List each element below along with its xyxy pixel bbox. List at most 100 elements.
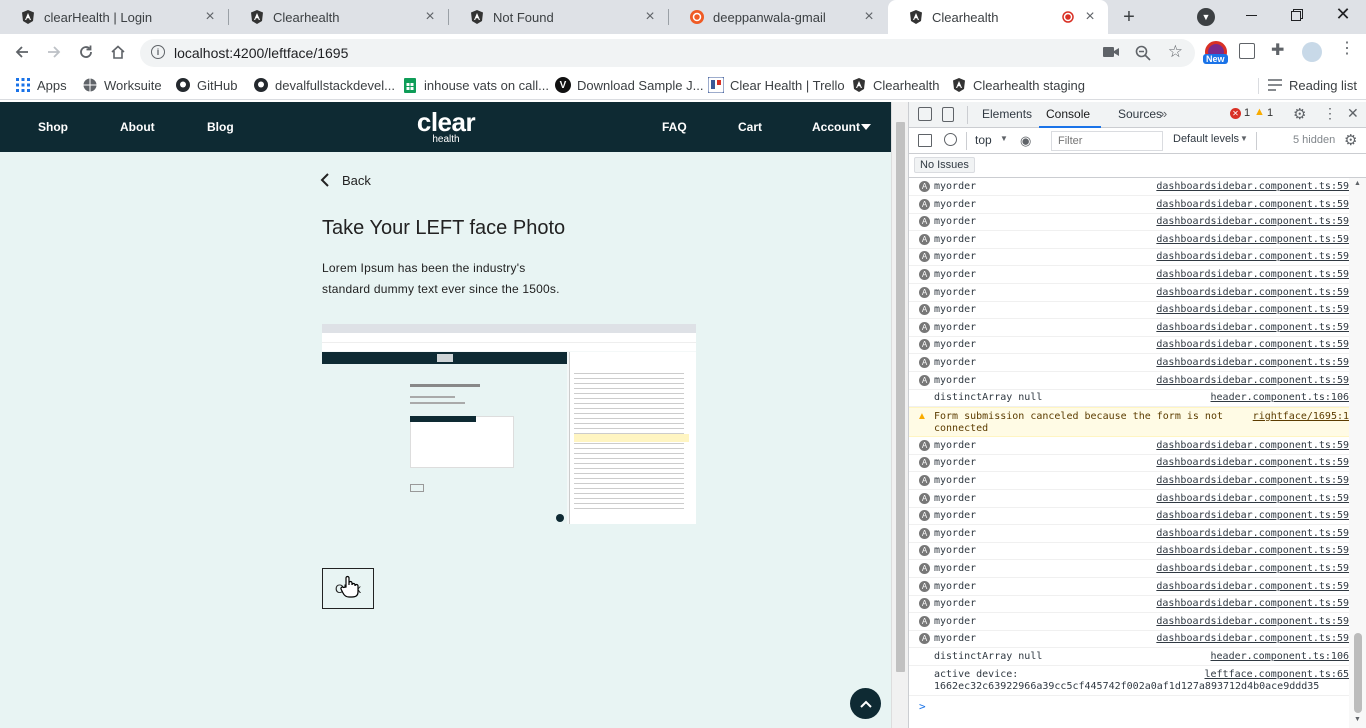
browser-tab[interactable]: Clearhealth ×: [229, 0, 448, 34]
console-source-link[interactable]: dashboardsidebar.component.ts:59: [1156, 357, 1349, 368]
console-prompt[interactable]: >: [919, 700, 1339, 716]
bookmark-star-icon[interactable]: ☆: [1168, 43, 1183, 61]
forward-arrow-icon[interactable]: [42, 40, 66, 64]
close-tab-icon[interactable]: ×: [422, 8, 438, 25]
browser-tab[interactable]: Not Found ×: [449, 0, 668, 34]
console-source-link[interactable]: dashboardsidebar.component.ts:59: [1156, 563, 1349, 574]
no-issues-button[interactable]: No Issues: [914, 157, 975, 173]
console-scrollbar[interactable]: ▲ ▼: [1349, 178, 1366, 728]
nav-about[interactable]: About: [120, 120, 155, 134]
bookmark-apps[interactable]: Apps: [15, 76, 67, 94]
chrome-menu-icon[interactable]: ⋮: [1339, 41, 1355, 57]
minimize-icon[interactable]: [1243, 7, 1259, 23]
scrollbar-thumb[interactable]: [896, 122, 905, 672]
camera-blocked-icon[interactable]: [1103, 46, 1119, 58]
bookmark-download-sample[interactable]: V Download Sample J...: [555, 76, 703, 94]
close-devtools-icon[interactable]: ✕: [1347, 105, 1359, 122]
console-source-link[interactable]: dashboardsidebar.component.ts:59: [1156, 475, 1349, 486]
console-source-link[interactable]: dashboardsidebar.component.ts:59: [1156, 251, 1349, 262]
console-source-link[interactable]: dashboardsidebar.component.ts:59: [1156, 545, 1349, 556]
close-tab-icon[interactable]: ×: [861, 8, 877, 25]
console-source-link[interactable]: dashboardsidebar.component.ts:59: [1156, 304, 1349, 315]
live-expression-eye-icon[interactable]: ◉: [1020, 133, 1031, 149]
context-caret-icon[interactable]: ▼: [1000, 134, 1008, 143]
nav-faq[interactable]: FAQ: [662, 120, 687, 134]
account-caret-icon[interactable]: [861, 124, 871, 130]
back-arrow-icon[interactable]: [10, 40, 34, 64]
profile-avatar[interactable]: [1302, 42, 1322, 62]
console-source-link[interactable]: dashboardsidebar.component.ts:59: [1156, 269, 1349, 280]
console-source-link[interactable]: dashboardsidebar.component.ts:59: [1156, 234, 1349, 245]
bookmark-github[interactable]: GitHub: [175, 76, 237, 94]
page-scrollbar[interactable]: [891, 102, 908, 728]
error-icon[interactable]: ✕: [1230, 108, 1241, 119]
bookmark-trello[interactable]: Clear Health | Trello: [708, 76, 845, 94]
tab-console[interactable]: Console: [1046, 107, 1090, 121]
console-source-link[interactable]: dashboardsidebar.component.ts:59: [1156, 633, 1349, 644]
console-source-link[interactable]: header.component.ts:106: [1211, 392, 1349, 403]
device-toolbar-icon[interactable]: [942, 107, 954, 122]
extension-square-icon[interactable]: [1239, 43, 1255, 59]
extensions-puzzle-icon[interactable]: ✚: [1271, 40, 1284, 60]
tab-sources[interactable]: Sources: [1118, 107, 1162, 121]
console-source-link[interactable]: dashboardsidebar.component.ts:59: [1156, 322, 1349, 333]
reload-icon[interactable]: [74, 40, 98, 64]
bookmark-inhouse-vats[interactable]: inhouse vats on call...: [402, 76, 549, 94]
address-bar[interactable]: i localhost:4200/leftface/1695 ☆: [140, 39, 1195, 67]
bookmark-clearhealth[interactable]: Clearhealth: [851, 76, 940, 94]
restore-icon[interactable]: [1289, 7, 1305, 23]
home-icon[interactable]: [106, 40, 130, 64]
console-source-link[interactable]: dashboardsidebar.component.ts:59: [1156, 440, 1349, 451]
bookmark-worksuite[interactable]: Worksuite: [82, 76, 162, 94]
close-tab-icon[interactable]: ×: [642, 8, 658, 25]
console-source-link[interactable]: dashboardsidebar.component.ts:59: [1156, 216, 1349, 227]
clear-console-icon[interactable]: [944, 133, 957, 146]
sidebar-toggle-icon[interactable]: [918, 134, 932, 147]
console-source-link[interactable]: rightface/1695:1: [1253, 411, 1349, 422]
warning-icon[interactable]: ▲: [1254, 106, 1265, 118]
scroll-up-arrow-icon[interactable]: ▲: [1354, 180, 1361, 187]
console-source-link[interactable]: dashboardsidebar.component.ts:59: [1156, 375, 1349, 386]
more-tabs-icon[interactable]: »: [1160, 106, 1167, 121]
settings-gear-icon[interactable]: ⚙: [1293, 105, 1306, 123]
console-source-link[interactable]: dashboardsidebar.component.ts:59: [1156, 199, 1349, 210]
tab-elements[interactable]: Elements: [982, 107, 1032, 121]
console-source-link[interactable]: dashboardsidebar.component.ts:59: [1156, 287, 1349, 298]
console-source-link[interactable]: dashboardsidebar.component.ts:59: [1156, 581, 1349, 592]
close-tab-icon[interactable]: ×: [1082, 8, 1098, 25]
context-select[interactable]: top: [975, 133, 992, 147]
log-levels-select[interactable]: Default levels: [1173, 133, 1239, 145]
console-source-link[interactable]: dashboardsidebar.component.ts:59: [1156, 181, 1349, 192]
console-source-link[interactable]: leftface.component.ts:65: [1205, 669, 1350, 680]
nav-account[interactable]: Account: [812, 120, 860, 134]
tab-search-icon[interactable]: ▼: [1197, 8, 1215, 26]
console-source-link[interactable]: dashboardsidebar.component.ts:59: [1156, 339, 1349, 350]
nav-blog[interactable]: Blog: [207, 120, 234, 134]
console-source-link[interactable]: dashboardsidebar.component.ts:59: [1156, 493, 1349, 504]
scroll-down-arrow-icon[interactable]: ▼: [1354, 716, 1361, 723]
reading-list-button[interactable]: Reading list: [1267, 76, 1357, 94]
scroll-to-top-button[interactable]: [850, 688, 881, 719]
console-source-link[interactable]: dashboardsidebar.component.ts:59: [1156, 457, 1349, 468]
bookmark-clearhealth-staging[interactable]: Clearhealth staging: [951, 76, 1085, 94]
back-link[interactable]: Back: [320, 172, 371, 188]
close-tab-icon[interactable]: ×: [202, 8, 218, 25]
devtools-menu-icon[interactable]: ⋮: [1323, 105, 1337, 122]
browser-tab-active[interactable]: Clearhealth ×: [888, 0, 1108, 34]
close-window-icon[interactable]: ✕: [1334, 4, 1352, 24]
site-logo[interactable]: clear health: [412, 109, 480, 146]
console-source-link[interactable]: dashboardsidebar.component.ts:59: [1156, 528, 1349, 539]
inspect-element-icon[interactable]: [918, 107, 932, 121]
levels-caret-icon[interactable]: ▼: [1240, 134, 1248, 143]
nav-shop[interactable]: Shop: [38, 120, 68, 134]
browser-tab[interactable]: deeppanwala-gmail ×: [669, 0, 887, 34]
console-source-link[interactable]: dashboardsidebar.component.ts:59: [1156, 616, 1349, 627]
info-icon[interactable]: i: [151, 45, 165, 59]
bookmark-devalfullstack[interactable]: devalfullstackdevel...: [253, 76, 395, 94]
console-source-link[interactable]: dashboardsidebar.component.ts:59: [1156, 510, 1349, 521]
nav-cart[interactable]: Cart: [738, 120, 762, 134]
zoom-icon[interactable]: [1135, 45, 1151, 61]
console-scroll-thumb[interactable]: [1354, 633, 1362, 713]
new-tab-button[interactable]: +: [1117, 5, 1141, 29]
console-source-link[interactable]: header.component.ts:106: [1211, 651, 1349, 662]
